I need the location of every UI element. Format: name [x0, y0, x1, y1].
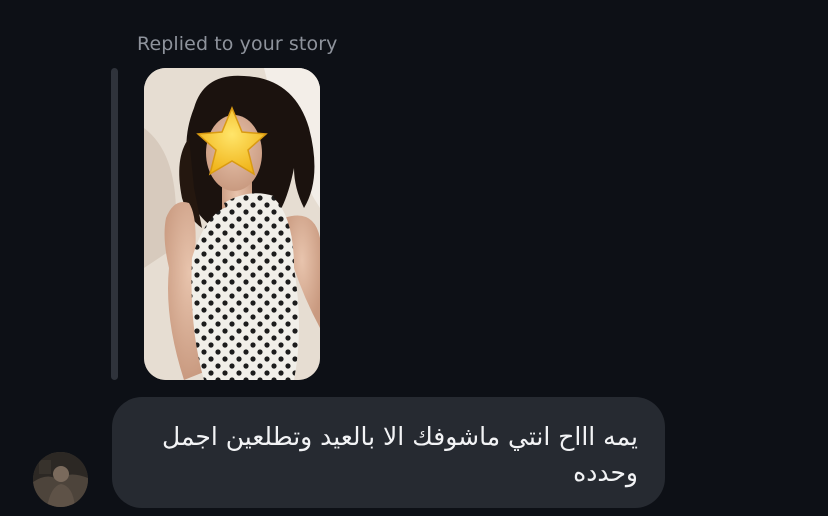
story-thumbnail[interactable]	[144, 68, 320, 380]
story-photo	[144, 68, 320, 380]
sender-avatar[interactable]	[33, 452, 88, 507]
reply-caption: Replied to your story	[137, 33, 338, 55]
profile-photo-icon	[33, 452, 88, 507]
message-bubble[interactable]: يمه اااح انتي ماشوفك الا بالعيد وتطلعين …	[112, 397, 665, 508]
chat-thread: Replied to your story يمه اااح انتي ماشو…	[0, 0, 828, 516]
message-text: يمه اااح انتي ماشوفك الا بالعيد وتطلعين …	[162, 422, 638, 487]
reply-indicator-bar	[111, 68, 118, 380]
